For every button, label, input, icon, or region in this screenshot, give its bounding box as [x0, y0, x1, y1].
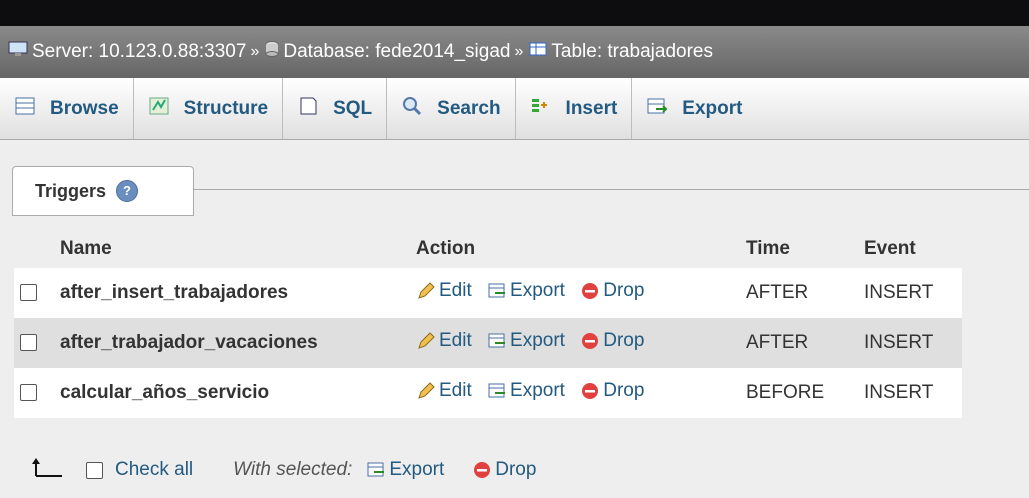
- tab-label: Search: [437, 97, 501, 119]
- export-icon: [367, 462, 385, 477]
- trigger-time: BEFORE: [740, 368, 858, 418]
- section-title-label: Triggers: [35, 180, 107, 201]
- export-link[interactable]: Export: [487, 380, 565, 402]
- arrow-up-left-icon: [30, 456, 64, 484]
- breadcrumb-separator: »: [250, 43, 260, 60]
- pencil-icon: [418, 381, 435, 399]
- drop-link[interactable]: Drop: [580, 280, 644, 302]
- triggers-table: Name Action Time Event after_insert_trab…: [14, 230, 962, 418]
- export-link[interactable]: Export: [487, 280, 565, 302]
- window-top-strip: [0, 0, 1029, 26]
- drop-label: Drop: [603, 279, 645, 301]
- breadcrumb-table[interactable]: Table: trabajadores: [551, 41, 713, 63]
- search-icon: [401, 95, 423, 123]
- breadcrumb-database[interactable]: Database: fede2014_sigad: [283, 41, 510, 63]
- drop-icon: [474, 462, 491, 478]
- tab-bar: Browse Structure SQL Search Insert Expor…: [0, 78, 1029, 140]
- header-action: Action: [410, 230, 740, 268]
- tab-label: Export: [682, 97, 743, 119]
- insert-icon: [530, 95, 552, 123]
- browse-icon: [14, 95, 36, 123]
- breadcrumb-separator: »: [514, 43, 524, 60]
- trigger-event: INSERT: [858, 318, 962, 368]
- drop-icon: [582, 382, 599, 399]
- drop-link[interactable]: Drop: [580, 380, 644, 402]
- export-label: Export: [510, 329, 565, 351]
- edit-label: Edit: [439, 379, 472, 401]
- trigger-time: AFTER: [740, 268, 858, 318]
- trigger-name: calcular_años_servicio: [54, 368, 410, 418]
- breadcrumb-server[interactable]: Server: 10.123.0.88:3307: [32, 41, 246, 63]
- trigger-time: AFTER: [740, 318, 858, 368]
- row-checkbox[interactable]: [20, 334, 37, 352]
- pencil-icon: [418, 281, 435, 299]
- header-checkbox-column: [14, 230, 54, 268]
- structure-icon: [148, 95, 170, 123]
- edit-link[interactable]: Edit: [416, 380, 472, 402]
- tab-structure[interactable]: Structure: [134, 78, 284, 139]
- server-icon: [8, 41, 28, 63]
- export-icon: [646, 95, 668, 123]
- section-title: Triggers ?: [12, 166, 194, 216]
- trigger-name: after_insert_trabajadores: [54, 268, 410, 318]
- export-label: Export: [510, 379, 565, 401]
- edit-label: Edit: [439, 329, 472, 351]
- export-icon: [488, 383, 506, 397]
- export-link[interactable]: Export: [487, 330, 565, 352]
- database-icon: [265, 41, 279, 63]
- bulk-export-label: Export: [389, 459, 445, 480]
- breadcrumb: Server: 10.123.0.88:3307 » Database: fed…: [0, 26, 1029, 78]
- tab-label: Structure: [183, 97, 269, 119]
- table-row: after_insert_trabajadores Edit Export Dr…: [14, 268, 962, 318]
- edit-label: Edit: [439, 279, 472, 301]
- drop-link[interactable]: Drop: [580, 330, 644, 352]
- export-label: Export: [510, 279, 565, 301]
- table-icon: [529, 41, 547, 63]
- tab-search[interactable]: Search: [387, 78, 516, 139]
- bulk-export-button[interactable]: Export: [366, 459, 444, 481]
- row-actions: Edit Export Drop: [410, 368, 740, 418]
- edit-link[interactable]: Edit: [416, 280, 472, 302]
- export-icon: [488, 283, 506, 297]
- trigger-name: after_trabajador_vacaciones: [54, 318, 410, 368]
- section-divider: [194, 189, 1029, 190]
- tab-label: Insert: [565, 97, 618, 119]
- drop-icon: [582, 282, 599, 299]
- tab-export[interactable]: Export: [632, 78, 756, 139]
- drop-icon: [582, 332, 599, 349]
- pencil-icon: [418, 331, 435, 349]
- row-checkbox[interactable]: [20, 284, 37, 302]
- trigger-event: INSERT: [858, 268, 962, 318]
- help-icon[interactable]: ?: [116, 180, 139, 202]
- bulk-drop-button[interactable]: Drop: [472, 459, 536, 481]
- tab-insert[interactable]: Insert: [516, 78, 633, 139]
- tab-browse[interactable]: Browse: [0, 78, 134, 139]
- bulk-actions-bar: Check all With selected: Export Drop: [30, 450, 546, 490]
- header-name: Name: [54, 230, 410, 268]
- row-checkbox[interactable]: [20, 384, 37, 402]
- bulk-drop-label: Drop: [495, 459, 537, 480]
- check-all-label[interactable]: Check all: [115, 459, 193, 481]
- table-row: calcular_años_servicio Edit Export Drop …: [14, 368, 962, 418]
- check-all-checkbox[interactable]: [86, 461, 103, 479]
- row-actions: Edit Export Drop: [410, 268, 740, 318]
- trigger-event: INSERT: [858, 368, 962, 418]
- edit-link[interactable]: Edit: [416, 330, 472, 352]
- header-time: Time: [740, 230, 858, 268]
- sql-icon: [297, 95, 319, 123]
- header-event: Event: [858, 230, 962, 268]
- tab-label: SQL: [333, 97, 373, 119]
- tab-sql[interactable]: SQL: [283, 78, 388, 139]
- drop-label: Drop: [603, 379, 645, 401]
- with-selected-label: With selected:: [233, 459, 353, 480]
- export-icon: [488, 333, 506, 347]
- tab-label: Browse: [50, 97, 119, 119]
- drop-label: Drop: [603, 329, 645, 351]
- row-actions: Edit Export Drop: [410, 318, 740, 368]
- table-row: after_trabajador_vacaciones Edit Export …: [14, 318, 962, 368]
